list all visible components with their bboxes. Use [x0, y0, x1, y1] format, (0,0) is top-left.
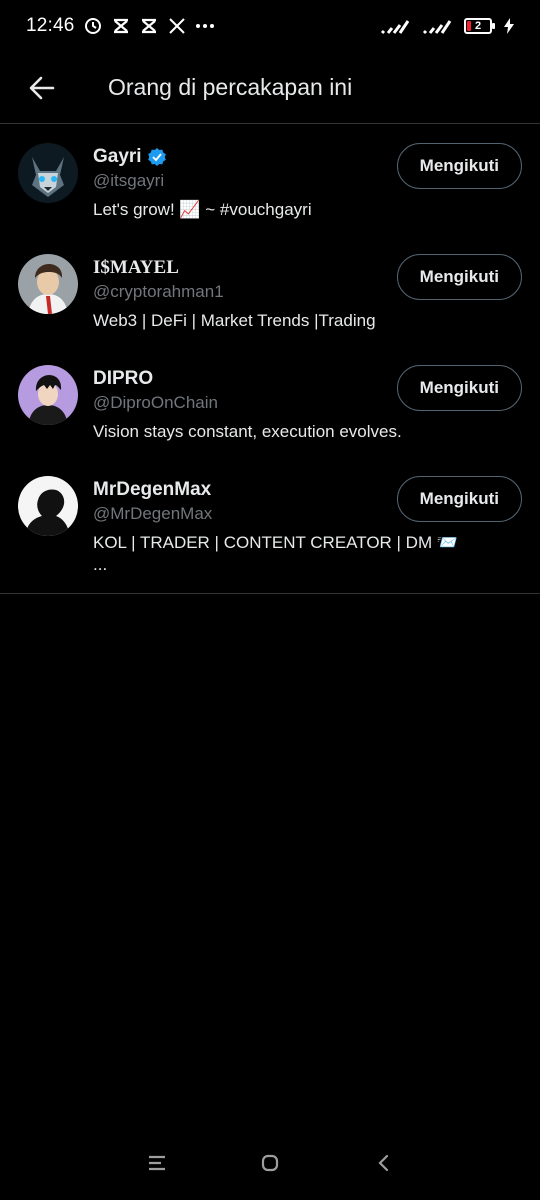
signal-icon	[380, 16, 410, 36]
status-time: 12:46	[26, 15, 75, 36]
home-button[interactable]	[250, 1143, 290, 1183]
menu-button[interactable]	[137, 1143, 177, 1183]
user-bio: Web3 | DeFi | Market Trends |Trading	[93, 311, 376, 330]
user-row-gayri[interactable]: Gayri @itsgayri Let's grow! 📈 ~ #vouchga…	[0, 125, 540, 236]
back-button[interactable]	[0, 56, 84, 120]
user-bio: KOL | TRADER | CONTENT CREATOR | DM 📨	[93, 533, 459, 552]
following-button[interactable]: Mengikuti	[396, 254, 522, 300]
user-name[interactable]: MrDegenMax	[93, 479, 211, 501]
user-name[interactable]: DIPRO	[93, 368, 153, 390]
user-bio-more: ...	[93, 555, 108, 574]
status-bar-left: 12:46	[26, 15, 215, 37]
verified-badge-icon	[147, 148, 166, 166]
avatar[interactable]	[18, 143, 78, 203]
user-name[interactable]: I$MAYEL	[93, 257, 179, 279]
avatar[interactable]	[18, 254, 78, 314]
battery-icon: 2	[464, 18, 495, 34]
signal-icon	[422, 16, 452, 36]
avatar[interactable]	[18, 476, 78, 536]
user-bio: Let's grow! 📈 ~ #vouchgayri	[93, 200, 312, 219]
following-button[interactable]: Mengikuti	[396, 365, 522, 411]
list-divider	[0, 593, 540, 594]
charging-icon	[504, 16, 514, 36]
user-list: Gayri @itsgayri Let's grow! 📈 ~ #vouchga…	[0, 125, 540, 588]
status-bar: 12:46 2	[0, 0, 540, 52]
following-button[interactable]: Mengikuti	[396, 476, 522, 522]
battery-level-text: 2	[474, 20, 482, 32]
page-title: Orang di percakapan ini	[108, 74, 353, 100]
home-icon	[261, 1154, 279, 1172]
arrow-left-icon	[29, 76, 55, 99]
x-logo-icon	[167, 16, 187, 36]
alarm-icon	[83, 16, 103, 36]
user-bio: Vision stays constant, execution evolves…	[93, 422, 402, 441]
user-name[interactable]: Gayri	[93, 146, 142, 168]
user-row-ismayel[interactable]: I$MAYEL @cryptorahman1 Web3 | DeFi | Mar…	[0, 236, 540, 347]
back-icon	[378, 1154, 389, 1172]
system-nav-bar	[0, 1126, 540, 1200]
system-back-button[interactable]	[363, 1143, 403, 1183]
capcut-icon	[111, 16, 131, 36]
capcut-icon	[139, 16, 159, 36]
battery-level-bar	[467, 21, 471, 31]
user-row-mrdegenmax[interactable]: MrDegenMax @MrDegenMax KOL | TRADER | CO…	[0, 458, 540, 588]
avatar[interactable]	[18, 365, 78, 425]
following-button[interactable]: Mengikuti	[396, 143, 522, 189]
status-bar-right: 2	[380, 16, 514, 36]
menu-icon	[148, 1155, 165, 1171]
more-dots-icon	[195, 16, 215, 36]
user-row-dipro[interactable]: DIPRO @DiproOnChain Vision stays constan…	[0, 347, 540, 458]
header: Orang di percakapan ini	[0, 52, 540, 124]
